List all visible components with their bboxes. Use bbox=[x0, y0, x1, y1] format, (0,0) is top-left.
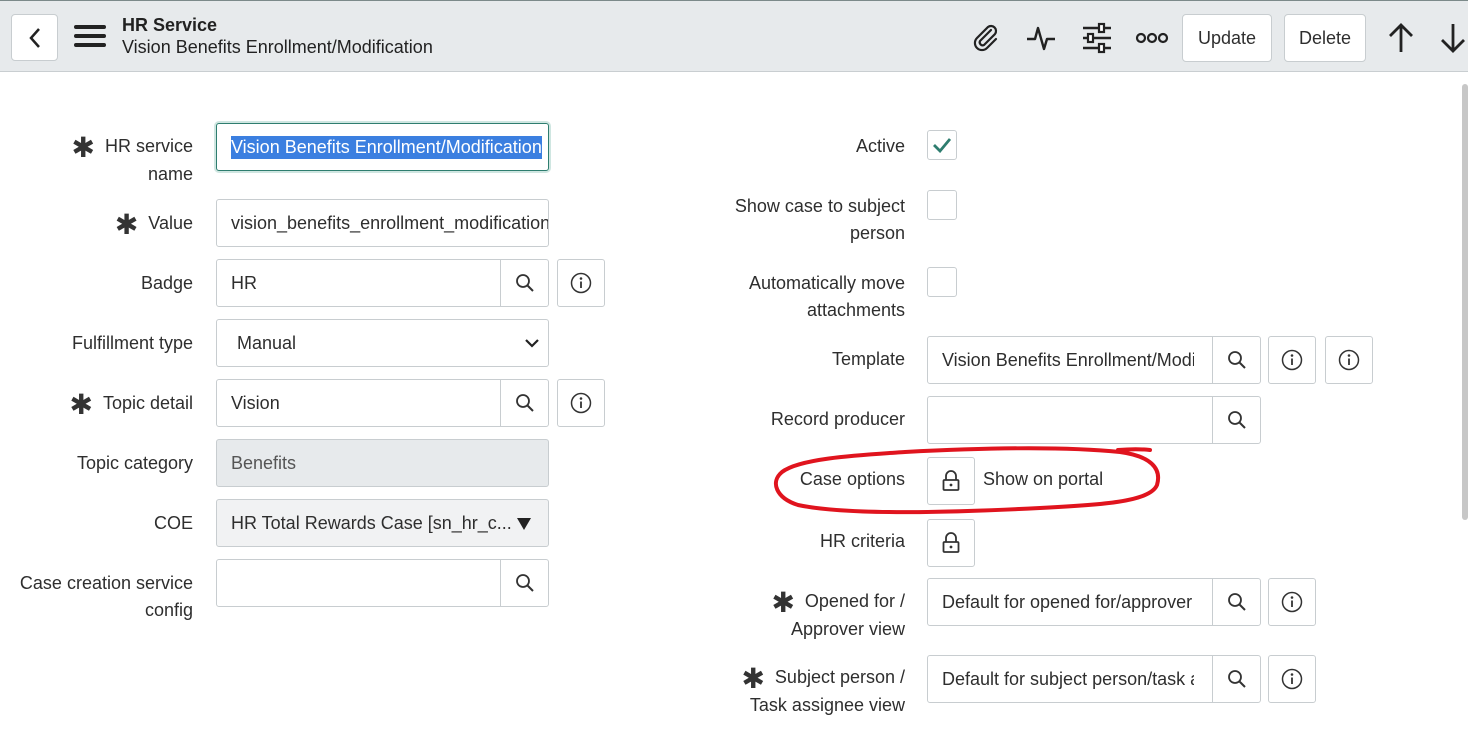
badge-input[interactable]: HR bbox=[216, 259, 549, 307]
fulfillment-type-label: Fulfillment type bbox=[71, 333, 193, 353]
back-button[interactable] bbox=[11, 14, 58, 61]
chevron-left-icon bbox=[28, 27, 40, 48]
opened-for-label: ✱ Opened for / Approver view bbox=[771, 587, 905, 640]
badge-label: Badge bbox=[140, 273, 193, 293]
required-asterisk-icon: ✱ bbox=[69, 389, 93, 420]
active-label: Active bbox=[855, 136, 905, 156]
required-asterisk-icon: ✱ bbox=[741, 663, 765, 694]
subject-person-lookup-button[interactable] bbox=[1212, 656, 1260, 702]
value-label: ✱ Value bbox=[114, 209, 193, 240]
paperclip-icon[interactable] bbox=[968, 21, 1002, 55]
search-icon bbox=[515, 394, 534, 412]
template-info-button-2[interactable] bbox=[1325, 336, 1373, 384]
fulfillment-type-select[interactable]: Manual bbox=[216, 319, 549, 367]
opened-for-lookup-button[interactable] bbox=[1212, 579, 1260, 625]
subject-person-input[interactable]: Default for subject person/task assignee… bbox=[927, 655, 1261, 703]
info-icon bbox=[1338, 349, 1360, 371]
auto-move-checkbox[interactable] bbox=[927, 267, 957, 297]
chevron-down-icon bbox=[525, 339, 539, 348]
case-options-value: Show on portal bbox=[983, 469, 1104, 489]
template-label: Template bbox=[831, 349, 905, 369]
arrow-down-icon[interactable] bbox=[1436, 21, 1468, 55]
coe-select[interactable]: HR Total Rewards Case [sn_hr_c... bbox=[216, 499, 549, 547]
badge-lookup-button[interactable] bbox=[500, 260, 548, 306]
required-asterisk-icon: ✱ bbox=[114, 209, 139, 240]
topic-detail-lookup-button[interactable] bbox=[500, 380, 548, 426]
triangle-down-icon bbox=[517, 518, 531, 530]
sliders-icon[interactable] bbox=[1080, 21, 1114, 55]
topic-category-readonly: Benefits bbox=[216, 439, 549, 487]
topic-detail-input[interactable]: Vision bbox=[216, 379, 549, 427]
case-options-label: Case options bbox=[799, 469, 905, 489]
auto-move-label: Automatically move attachments bbox=[748, 273, 905, 320]
record-type-title: HR Service bbox=[122, 15, 218, 35]
case-creation-lookup-button[interactable] bbox=[500, 560, 548, 606]
search-icon bbox=[515, 274, 534, 292]
show-case-checkbox[interactable] bbox=[927, 190, 957, 220]
more-options-icon[interactable] bbox=[1135, 21, 1169, 55]
update-button[interactable]: Update bbox=[1182, 14, 1272, 62]
topic-category-label: Topic category bbox=[76, 453, 193, 473]
info-icon bbox=[1281, 591, 1303, 613]
subject-person-label: ✱ Subject person / Task assignee view bbox=[741, 663, 905, 716]
case-options-lock-button[interactable] bbox=[927, 457, 975, 505]
arrow-up-icon[interactable] bbox=[1384, 21, 1418, 55]
opened-for-input[interactable]: Default for opened for/approver view bbox=[927, 578, 1261, 626]
record-producer-input[interactable] bbox=[927, 396, 1261, 444]
opened-for-info-button[interactable] bbox=[1268, 578, 1316, 626]
search-icon bbox=[515, 574, 534, 592]
case-creation-label: Case creation service config bbox=[19, 573, 193, 620]
lock-icon bbox=[942, 532, 960, 553]
record-name-subtitle: Vision Benefits Enrollment/Modification bbox=[122, 37, 433, 57]
lock-icon bbox=[942, 470, 960, 491]
badge-info-button[interactable] bbox=[557, 259, 605, 307]
search-icon bbox=[1227, 351, 1246, 369]
search-icon bbox=[1227, 411, 1246, 429]
required-asterisk-icon: ✱ bbox=[71, 132, 95, 163]
template-info-button[interactable] bbox=[1268, 336, 1316, 384]
active-checkbox[interactable] bbox=[927, 130, 957, 160]
hr-criteria-lock-button[interactable] bbox=[927, 519, 975, 567]
search-icon bbox=[1227, 593, 1246, 611]
topic-detail-info-button[interactable] bbox=[557, 379, 605, 427]
template-input[interactable]: Vision Benefits Enrollment/Modification bbox=[927, 336, 1261, 384]
hr-service-name-label: ✱ HR service name bbox=[71, 132, 193, 185]
info-icon bbox=[570, 272, 592, 294]
value-input[interactable]: vision_benefits_enrollment_modification bbox=[216, 199, 549, 247]
menu-icon[interactable] bbox=[74, 25, 106, 51]
info-icon bbox=[1281, 349, 1303, 371]
info-icon bbox=[1281, 668, 1303, 690]
hr-service-name-input[interactable]: Vision Benefits Enrollment/Modification bbox=[216, 123, 549, 171]
subject-person-info-button[interactable] bbox=[1268, 655, 1316, 703]
info-icon bbox=[570, 392, 592, 414]
record-producer-label: Record producer bbox=[770, 409, 905, 429]
required-asterisk-icon: ✱ bbox=[771, 587, 795, 618]
activity-icon[interactable] bbox=[1024, 21, 1058, 55]
record-producer-lookup-button[interactable] bbox=[1212, 397, 1260, 443]
case-creation-input[interactable] bbox=[216, 559, 549, 607]
coe-label: COE bbox=[153, 513, 193, 533]
checkmark-icon bbox=[933, 138, 952, 153]
form-header: HR Service Vision Benefits Enrollment/Mo… bbox=[0, 0, 1468, 72]
delete-button[interactable]: Delete bbox=[1284, 14, 1366, 62]
hr-criteria-label: HR criteria bbox=[819, 531, 905, 551]
topic-detail-label: ✱ Topic detail bbox=[69, 389, 193, 420]
template-lookup-button[interactable] bbox=[1212, 337, 1260, 383]
scrollbar[interactable] bbox=[1462, 84, 1468, 520]
search-icon bbox=[1227, 670, 1246, 688]
show-case-label: Show case to subject person bbox=[734, 196, 905, 243]
